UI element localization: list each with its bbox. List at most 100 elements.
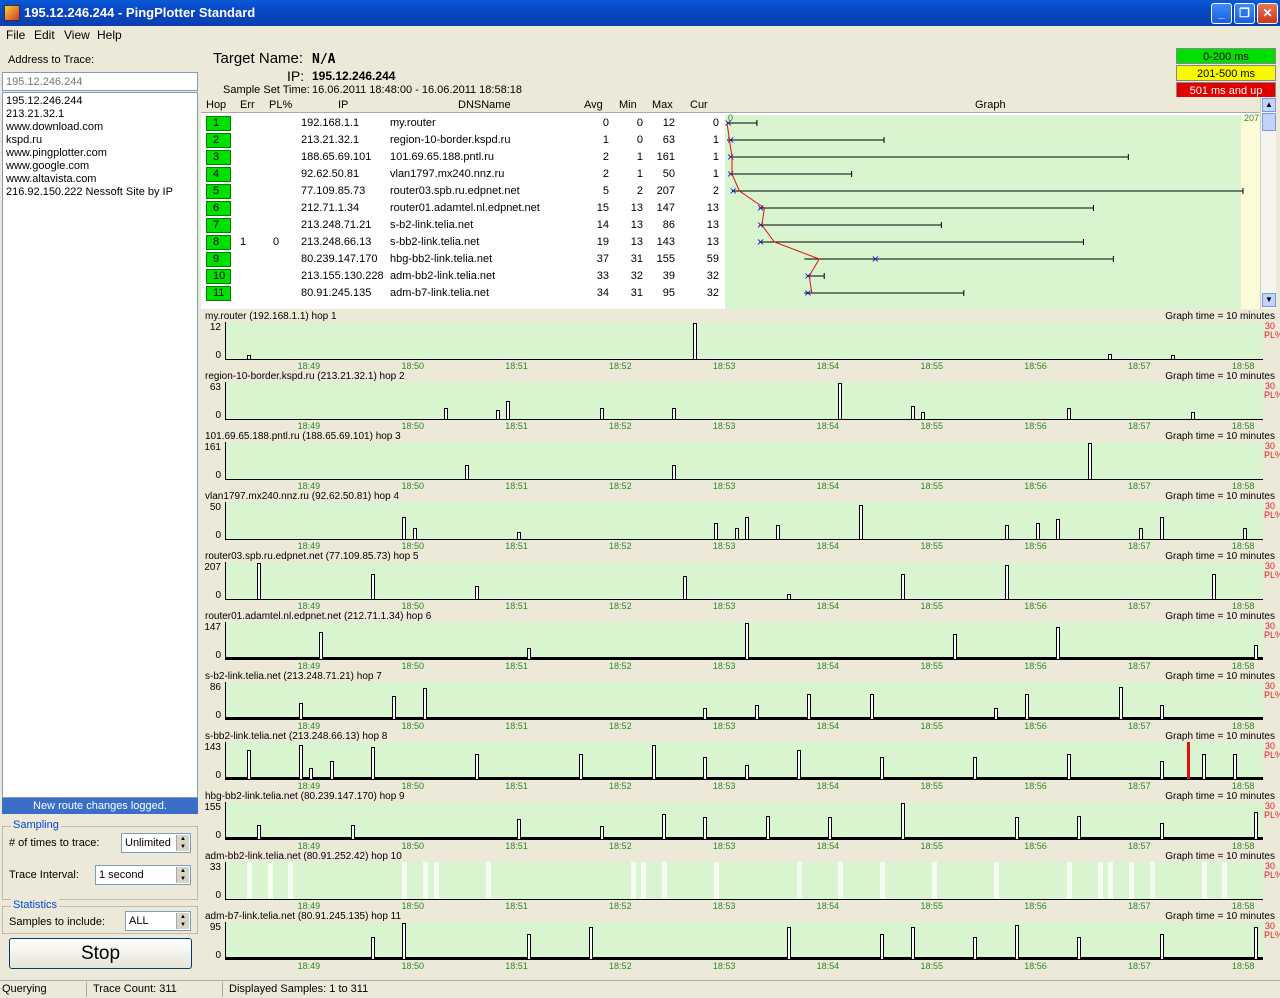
spinner-arrows-icon[interactable]: ▲ ▼ [176, 913, 189, 929]
sample-bar [672, 408, 677, 419]
address-input[interactable] [2, 72, 198, 91]
hop-time-graph[interactable]: adm-b7-link.telia.net (80.91.245.135) ho… [201, 911, 1280, 971]
history-item[interactable]: www.google.com [6, 160, 194, 173]
y-min-label: 0 [215, 890, 221, 901]
col-cur[interactable]: Cur [690, 99, 708, 111]
hop-table[interactable]: Hop Err PL% IP DNSName Avg Min Max Cur G… [201, 97, 1276, 309]
time-tick: 18:55 [920, 841, 943, 851]
dns-cell: router03.spb.ru.edpnet.net [390, 185, 520, 197]
sample-bar [796, 750, 801, 779]
time-tick: 18:58 [1231, 961, 1255, 971]
hop-time-graph[interactable]: s-bb2-link.telia.net (213.248.66.13) hop… [201, 731, 1280, 791]
time-tick: 18:56 [1024, 541, 1047, 551]
hop-time-graph[interactable]: region-10-border.kspd.ru (213.21.32.1) h… [201, 371, 1280, 431]
hop-time-graph[interactable]: 101.69.65.188.pntl.ru (188.65.69.101) ho… [201, 431, 1280, 491]
history-item[interactable]: www.download.com [6, 121, 194, 134]
current-marker: × [871, 254, 879, 265]
table-row[interactable]: 10 213.155.130.228 adm-bb2-link.telia.net 3… [201, 268, 725, 285]
sample-bar [734, 528, 739, 539]
history-item[interactable]: 195.12.246.244 [6, 95, 194, 108]
error-marker [1187, 742, 1191, 779]
spinner-arrows-icon[interactable]: ▲ ▼ [176, 867, 189, 883]
hop-time-graph[interactable]: router03.spb.ru.edpnet.net (77.109.85.73… [201, 551, 1280, 611]
col-graph[interactable]: Graph [975, 99, 1006, 111]
table-row[interactable]: 3 188.65.69.101 101.69.65.188.pntl.ru 2 1 161… [201, 149, 725, 166]
history-item[interactable]: 216.92.150.222 Nessoft Site by IP [6, 186, 194, 199]
samples-spinner[interactable]: ALL ▲ ▼ [125, 911, 191, 931]
hop-cell: 8 [206, 235, 231, 250]
history-item[interactable]: kspd.ru [6, 134, 194, 147]
col-max[interactable]: Max [652, 99, 673, 111]
time-tick: 18:55 [920, 481, 943, 491]
sample-bar [319, 632, 324, 659]
col-hop[interactable]: Hop [206, 99, 226, 111]
hop-time-graph[interactable]: s-b2-link.telia.net (213.248.71.21) hop … [201, 671, 1280, 731]
stop-button[interactable]: Stop [9, 938, 192, 969]
menu-file[interactable]: File [6, 28, 25, 42]
menu-edit[interactable]: Edit [34, 28, 55, 42]
scroll-down-icon[interactable]: ▼ [1262, 293, 1276, 307]
table-scrollbar[interactable]: ▲ ▼ [1260, 97, 1276, 309]
history-item[interactable]: 213.21.32.1 [6, 108, 194, 121]
table-row[interactable]: 4 92.62.50.81 vlan1797.mx240.nnz.ru 2 1 50 1 [201, 166, 725, 183]
sample-bar [1087, 443, 1092, 479]
trace-interval-spinner[interactable]: 1 second ▲ ▼ [95, 865, 191, 885]
col-ip[interactable]: IP [338, 99, 348, 111]
table-row[interactable]: 8 1 0 213.248.66.13 s-bb2-link.telia.net 19 13… [201, 234, 725, 251]
history-item[interactable]: www.altavista.com [6, 173, 194, 186]
sample-bar [402, 517, 407, 539]
hop-time-graph[interactable]: hbg-bb2-link.telia.net (80.239.147.170) … [201, 791, 1280, 851]
avg-cell: 2 [602, 151, 609, 163]
max-cell: 143 [656, 236, 675, 248]
graph-title: s-bb2-link.telia.net (213.248.66.13) hop… [205, 731, 388, 742]
dns-cell: vlan1797.mx240.nnz.ru [390, 168, 505, 180]
table-row[interactable]: 9 80.239.147.170 hbg-bb2-link.telia.net 37 3… [201, 251, 725, 268]
maximize-icon[interactable]: ❐ [1234, 3, 1255, 24]
scroll-thumb[interactable] [1262, 113, 1276, 131]
hop-time-graph[interactable]: adm-bb2-link.telia.net (80.91.252.42) ho… [201, 851, 1280, 911]
col-err[interactable]: Err [240, 99, 255, 111]
menu-help[interactable]: Help [97, 28, 122, 42]
table-row[interactable]: 7 213.248.71.21 s-b2-link.telia.net 14 13 86 1… [201, 217, 725, 234]
close-icon[interactable]: ✕ [1257, 3, 1278, 24]
loss-band [931, 862, 937, 899]
time-tick: 18:49 [297, 481, 321, 491]
hop-time-graph[interactable]: my.router (192.168.1.1) hop 1 Graph time … [201, 311, 1280, 371]
scroll-up-icon[interactable]: ▲ [1262, 98, 1276, 112]
table-row[interactable]: 6 212.71.1.34 router01.adamtel.nl.edpnet.n… [201, 200, 725, 217]
time-axis: 18:49 18:50 18:51 18:52 18:53 18:54 18:55 18:56… [225, 361, 1263, 371]
col-avg[interactable]: Avg [584, 99, 603, 111]
address-history-list[interactable]: 195.12.246.244 213.21.32.1 www.download.co… [2, 92, 198, 798]
table-row[interactable]: 1 192.168.1.1 my.router 0 0 12 0 [201, 115, 725, 132]
sample-bar [828, 817, 833, 839]
col-min[interactable]: Min [619, 99, 637, 111]
ip-value: 195.12.246.244 [312, 69, 396, 83]
time-tick: 18:54 [816, 781, 840, 791]
col-dnsname[interactable]: DNSName [458, 99, 511, 111]
title-bar: 195.12.246.244 - PingPlotter Standard _ … [0, 0, 1280, 26]
samples-value: ALL [129, 915, 149, 927]
sample-bar [495, 410, 500, 419]
menu-view[interactable]: View [64, 28, 90, 42]
sample-bar [392, 695, 397, 719]
table-row[interactable]: 11 80.91.245.135 adm-b7-link.telia.net 34 31… [201, 285, 725, 302]
times-label: # of times to trace: [9, 837, 100, 849]
graph-title: adm-b7-link.telia.net (80.91.245.135) ho… [205, 911, 402, 922]
hop-time-graph[interactable]: router01.adamtel.nl.edpnet.net (212.71.1… [201, 611, 1280, 671]
time-axis: 18:49 18:50 18:51 18:52 18:53 18:54 18:55 18:56… [225, 481, 1263, 491]
cur-cell: 32 [706, 287, 719, 299]
table-row[interactable]: 2 213.21.32.1 region-10-border.kspd.ru 1 0 63… [201, 132, 725, 149]
col-pl[interactable]: PL% [269, 99, 292, 111]
table-row[interactable]: 5 77.109.85.73 router03.spb.ru.edpnet.net 5… [201, 183, 725, 200]
history-item[interactable]: www.pingplotter.com [6, 147, 194, 160]
y-min-label: 0 [215, 950, 221, 961]
minimize-icon[interactable]: _ [1211, 3, 1232, 24]
hop-time-graph[interactable]: vlan1797.mx240.nnz.ru (92.62.50.81) hop … [201, 491, 1280, 551]
graph-time-label: Graph time = 10 minutes [1165, 551, 1275, 562]
hop-cell: 3 [206, 150, 231, 165]
time-tick: 18:52 [609, 721, 632, 731]
spinner-arrows-icon[interactable]: ▲ ▼ [176, 835, 189, 851]
dns-cell: s-bb2-link.telia.net [390, 236, 480, 248]
times-to-trace-spinner[interactable]: Unlimited ▲ ▼ [121, 833, 191, 853]
time-tick: 18:54 [816, 721, 840, 731]
